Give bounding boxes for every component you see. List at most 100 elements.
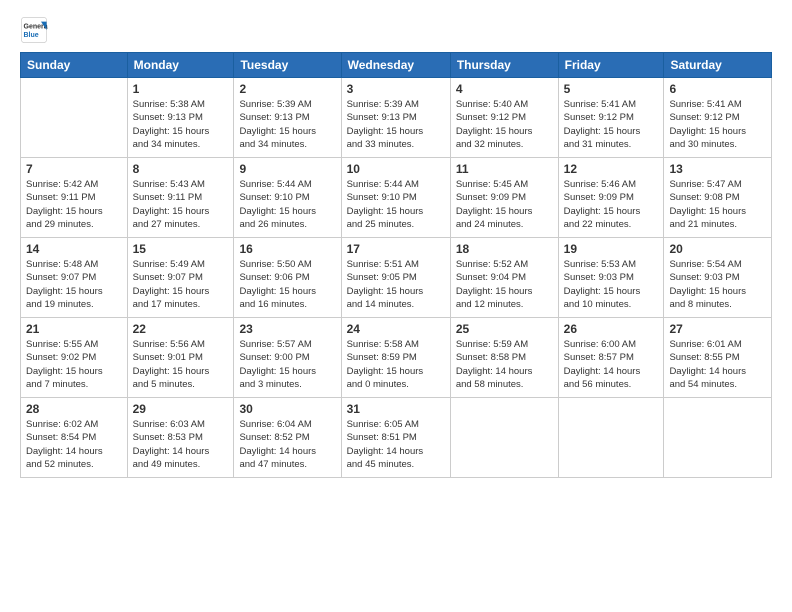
calendar-cell: 16Sunrise: 5:50 AM Sunset: 9:06 PM Dayli… (234, 238, 341, 318)
day-info: Sunrise: 5:41 AM Sunset: 9:12 PM Dayligh… (669, 98, 766, 151)
calendar-cell: 7Sunrise: 5:42 AM Sunset: 9:11 PM Daylig… (21, 158, 128, 238)
day-number: 15 (133, 242, 229, 256)
column-header-monday: Monday (127, 53, 234, 78)
calendar-week-row: 14 Sunrise: 5:48 AM Sunset: 9:07 PM Dayli… (21, 238, 772, 318)
day-info: Sunrise: 5:44 AM Sunset: 9:10 PM Dayligh… (347, 178, 445, 231)
day-info: Sunrise: 5:40 AM Sunset: 9:12 PM Dayligh… (456, 98, 553, 151)
day-number: 11 (456, 162, 553, 176)
day-number: 21 (26, 322, 122, 336)
day-info: Sunrise: 5:44 AM Sunset: 9:10 PM Dayligh… (239, 178, 335, 231)
day-number: 9 (239, 162, 335, 176)
day-info: Sunrise: 5:39 AM Sunset: 9:13 PM Dayligh… (239, 98, 335, 151)
day-number: 7 (26, 162, 122, 176)
day-info: Sunrise: 6:01 AM Sunset: 8:55 PM Dayligh… (669, 338, 766, 391)
calendar-cell: 12 Sunrise: 5:46 AM Sunset: 9:09 PM Dayli… (558, 158, 664, 238)
day-info: Sunrise: 5:51 AM Sunset: 9:05 PM Dayligh… (347, 258, 445, 311)
day-info: Sunrise: 6:03 AM Sunset: 8:53 PM Dayligh… (133, 418, 229, 471)
column-header-saturday: Saturday (664, 53, 772, 78)
calendar-cell: 19Sunrise: 5:53 AM Sunset: 9:03 PM Dayli… (558, 238, 664, 318)
day-number: 3 (347, 82, 445, 96)
day-info: Sunrise: 6:04 AM Sunset: 8:52 PM Dayligh… (239, 418, 335, 471)
day-info: Sunrise: 5:46 AM Sunset: 9:09 PM Dayligh… (564, 178, 659, 231)
column-header-sunday: Sunday (21, 53, 128, 78)
day-number: 26 (564, 322, 659, 336)
calendar-cell: 6Sunrise: 5:41 AM Sunset: 9:12 PM Daylig… (664, 78, 772, 158)
day-info: Sunrise: 5:56 AM Sunset: 9:01 PM Dayligh… (133, 338, 229, 391)
day-info: Sunrise: 5:52 AM Sunset: 9:04 PM Dayligh… (456, 258, 553, 311)
page-header: General Blue (20, 16, 772, 44)
calendar-cell: 18 Sunrise: 5:52 AM Sunset: 9:04 PM Dayli… (450, 238, 558, 318)
day-info: Sunrise: 6:05 AM Sunset: 8:51 PM Dayligh… (347, 418, 445, 471)
calendar-cell: 25Sunrise: 5:59 AM Sunset: 8:58 PM Dayli… (450, 318, 558, 398)
day-number: 2 (239, 82, 335, 96)
calendar-cell: 14 Sunrise: 5:48 AM Sunset: 9:07 PM Dayli… (21, 238, 128, 318)
calendar-cell (450, 398, 558, 478)
calendar-cell: 17 Sunrise: 5:51 AM Sunset: 9:05 PM Dayli… (341, 238, 450, 318)
day-number: 27 (669, 322, 766, 336)
day-number: 18 (456, 242, 553, 256)
calendar-cell: 29 Sunrise: 6:03 AM Sunset: 8:53 PM Dayli… (127, 398, 234, 478)
calendar-cell (21, 78, 128, 158)
day-number: 1 (133, 82, 229, 96)
day-number: 20 (669, 242, 766, 256)
svg-text:Blue: Blue (24, 32, 39, 39)
calendar-cell: 31 Sunrise: 6:05 AM Sunset: 8:51 PM Dayli… (341, 398, 450, 478)
calendar-cell: 30 Sunrise: 6:04 AM Sunset: 8:52 PM Dayli… (234, 398, 341, 478)
day-info: Sunrise: 6:02 AM Sunset: 8:54 PM Dayligh… (26, 418, 122, 471)
day-info: Sunrise: 5:50 AM Sunset: 9:06 PM Dayligh… (239, 258, 335, 311)
calendar-cell: 4Sunrise: 5:40 AM Sunset: 9:12 PM Daylig… (450, 78, 558, 158)
calendar-week-row: 21 Sunrise: 5:55 AM Sunset: 9:02 PM Dayli… (21, 318, 772, 398)
calendar-cell: 1 Sunrise: 5:38 AM Sunset: 9:13 PM Daylig… (127, 78, 234, 158)
calendar-cell: 27 Sunrise: 6:01 AM Sunset: 8:55 PM Dayli… (664, 318, 772, 398)
calendar-cell: 23Sunrise: 5:57 AM Sunset: 9:00 PM Dayli… (234, 318, 341, 398)
logo: General Blue (20, 16, 48, 44)
day-info: Sunrise: 5:48 AM Sunset: 9:07 PM Dayligh… (26, 258, 122, 311)
day-number: 28 (26, 402, 122, 416)
day-number: 30 (239, 402, 335, 416)
day-number: 22 (133, 322, 229, 336)
day-number: 31 (347, 402, 445, 416)
calendar-cell: 13Sunrise: 5:47 AM Sunset: 9:08 PM Dayli… (664, 158, 772, 238)
day-info: Sunrise: 5:41 AM Sunset: 9:12 PM Dayligh… (564, 98, 659, 151)
day-number: 14 (26, 242, 122, 256)
calendar-page: General Blue SundayMondayTuesdayWednesda… (0, 0, 792, 612)
calendar-cell: 26 Sunrise: 6:00 AM Sunset: 8:57 PM Dayli… (558, 318, 664, 398)
calendar-table: SundayMondayTuesdayWednesdayThursdayFrid… (20, 52, 772, 478)
calendar-week-row: 1 Sunrise: 5:38 AM Sunset: 9:13 PM Daylig… (21, 78, 772, 158)
day-info: Sunrise: 5:47 AM Sunset: 9:08 PM Dayligh… (669, 178, 766, 231)
day-number: 5 (564, 82, 659, 96)
calendar-cell: 10 Sunrise: 5:44 AM Sunset: 9:10 PM Dayli… (341, 158, 450, 238)
day-number: 10 (347, 162, 445, 176)
day-info: Sunrise: 5:49 AM Sunset: 9:07 PM Dayligh… (133, 258, 229, 311)
day-info: Sunrise: 5:54 AM Sunset: 9:03 PM Dayligh… (669, 258, 766, 311)
day-info: Sunrise: 6:00 AM Sunset: 8:57 PM Dayligh… (564, 338, 659, 391)
calendar-cell: 24Sunrise: 5:58 AM Sunset: 8:59 PM Dayli… (341, 318, 450, 398)
day-info: Sunrise: 5:59 AM Sunset: 8:58 PM Dayligh… (456, 338, 553, 391)
calendar-cell: 3 Sunrise: 5:39 AM Sunset: 9:13 PM Daylig… (341, 78, 450, 158)
day-info: Sunrise: 5:39 AM Sunset: 9:13 PM Dayligh… (347, 98, 445, 151)
day-info: Sunrise: 5:45 AM Sunset: 9:09 PM Dayligh… (456, 178, 553, 231)
day-number: 8 (133, 162, 229, 176)
day-number: 24 (347, 322, 445, 336)
calendar-cell: 21 Sunrise: 5:55 AM Sunset: 9:02 PM Dayli… (21, 318, 128, 398)
day-info: Sunrise: 5:53 AM Sunset: 9:03 PM Dayligh… (564, 258, 659, 311)
day-info: Sunrise: 5:55 AM Sunset: 9:02 PM Dayligh… (26, 338, 122, 391)
calendar-header-row: SundayMondayTuesdayWednesdayThursdayFrid… (21, 53, 772, 78)
column-header-wednesday: Wednesday (341, 53, 450, 78)
calendar-cell: 2 Sunrise: 5:39 AM Sunset: 9:13 PM Daylig… (234, 78, 341, 158)
calendar-week-row: 7Sunrise: 5:42 AM Sunset: 9:11 PM Daylig… (21, 158, 772, 238)
calendar-cell: 9 Sunrise: 5:44 AM Sunset: 9:10 PM Daylig… (234, 158, 341, 238)
day-info: Sunrise: 5:38 AM Sunset: 9:13 PM Dayligh… (133, 98, 229, 151)
day-number: 17 (347, 242, 445, 256)
calendar-cell: 5 Sunrise: 5:41 AM Sunset: 9:12 PM Daylig… (558, 78, 664, 158)
column-header-thursday: Thursday (450, 53, 558, 78)
calendar-cell: 8Sunrise: 5:43 AM Sunset: 9:11 PM Daylig… (127, 158, 234, 238)
day-number: 29 (133, 402, 229, 416)
calendar-cell: 20 Sunrise: 5:54 AM Sunset: 9:03 PM Dayli… (664, 238, 772, 318)
calendar-cell: 28 Sunrise: 6:02 AM Sunset: 8:54 PM Dayli… (21, 398, 128, 478)
day-number: 23 (239, 322, 335, 336)
calendar-cell (558, 398, 664, 478)
day-number: 12 (564, 162, 659, 176)
calendar-cell: 15 Sunrise: 5:49 AM Sunset: 9:07 PM Dayli… (127, 238, 234, 318)
column-header-friday: Friday (558, 53, 664, 78)
